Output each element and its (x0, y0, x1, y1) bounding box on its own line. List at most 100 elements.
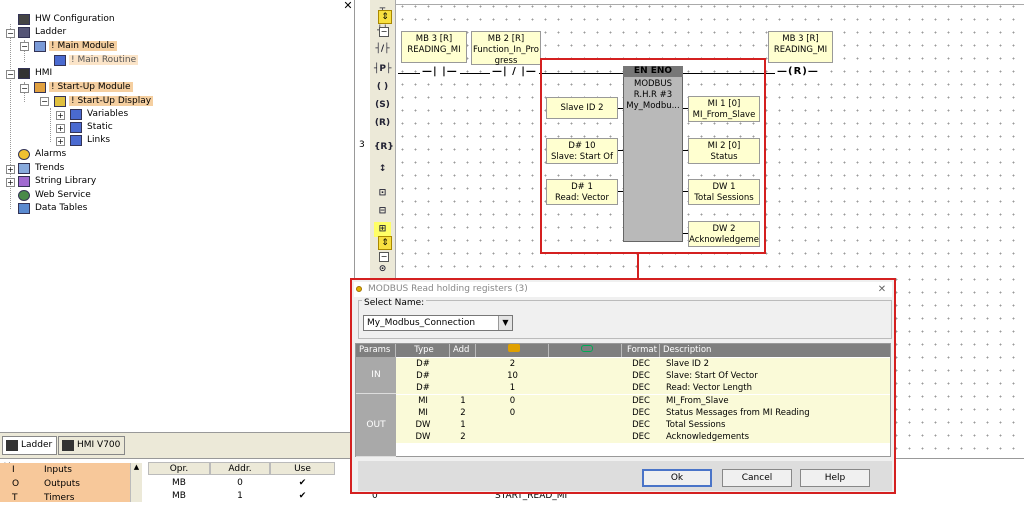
tree-item-web-service[interactable]: Web Service (18, 189, 93, 202)
routine-icon (54, 55, 66, 66)
expand-icon[interactable]: + (56, 111, 65, 120)
module-icon (34, 82, 46, 93)
operand-item-timers[interactable]: T Timers (12, 491, 74, 505)
params-table: Params Type Add Format Description IN OU… (355, 343, 891, 457)
tree-item-ladder[interactable]: Ladder (18, 26, 68, 39)
trend-icon (18, 163, 30, 174)
table-row[interactable]: D# 2 DEC Slave ID 2 (396, 358, 890, 370)
tab-ladder[interactable]: Ladder (2, 436, 58, 455)
use-checkbox[interactable]: ✔ (270, 476, 335, 490)
col-value-glasses (549, 344, 622, 357)
coil-label-reading-mi[interactable]: MB 3 [R] READING_MI (768, 31, 833, 63)
expand-icon[interactable]: + (6, 178, 15, 187)
table-row[interactable]: DW 2 DEC Acknowledgements (396, 431, 890, 443)
tree-item-static[interactable]: Static (70, 121, 115, 134)
col-header-addr[interactable]: Addr. (210, 462, 270, 475)
expand-icon[interactable]: − (6, 70, 15, 79)
contact-no[interactable]: —| |— (420, 66, 460, 77)
tree-item-hw-configuration[interactable]: HW Configuration (18, 13, 117, 26)
contact-p-icon[interactable]: ┤P├ (374, 62, 391, 77)
expand-icon[interactable]: − (20, 84, 29, 93)
coil-icon[interactable]: ( ) (374, 80, 391, 95)
expand-icon[interactable]: + (56, 124, 65, 133)
col-value-plug (476, 344, 549, 357)
coil-reset[interactable]: —(R)— (775, 66, 821, 77)
group-in: IN (356, 357, 396, 394)
operand-row-addr: 0 (237, 478, 243, 488)
coil-set-icon[interactable]: (S) (374, 98, 391, 113)
tree-item-startup-display[interactable]: ! Start-Up Display (54, 95, 154, 108)
highlight-frame (540, 58, 766, 254)
rung-expand-icon[interactable]: − (379, 27, 389, 37)
col-header-opr[interactable]: Opr. (148, 462, 210, 475)
tree-item-main-module[interactable]: ! Main Module (34, 40, 117, 53)
tab-hmi-v700[interactable]: HMI V700 (58, 436, 126, 455)
modbus-read-dialog: MODBUS Read holding registers (3) ✕ Sele… (350, 278, 896, 494)
tree-item-data-tables[interactable]: Data Tables (18, 202, 89, 215)
table-row[interactable]: MI 2 0 DEC Status Messages from MI Reading (396, 407, 890, 419)
alarm-icon (18, 149, 30, 160)
contact-nc-icon[interactable]: ┤/├ (374, 42, 391, 57)
tree-item-string-library[interactable]: String Library (18, 175, 98, 188)
bottom-tabs: Ladder HMI V700 (0, 432, 355, 458)
ok-button[interactable]: Ok (642, 469, 712, 487)
display-icon (54, 96, 66, 107)
tree-item-alarms[interactable]: Alarms (18, 148, 68, 161)
group-out: OUT (356, 394, 396, 457)
table-row[interactable]: DW 1 DEC Total Sessions (396, 419, 890, 431)
connection-select[interactable]: My_Modbus_Connection ▼ (363, 315, 513, 331)
hmi-tab-icon (62, 440, 74, 451)
ladder-tab-icon (6, 440, 18, 451)
table-row[interactable]: D# 1 DEC Read: Vector Length (396, 382, 890, 394)
expand-icon[interactable]: − (40, 97, 49, 106)
table-row[interactable]: MI 1 0 DEC MI_From_Slave (396, 395, 890, 407)
help-button[interactable]: Help (800, 469, 870, 487)
reset-block-icon[interactable]: {R} (374, 140, 394, 155)
cancel-button[interactable]: Cancel (722, 469, 792, 487)
operand-row-opr: MB (172, 478, 186, 488)
tree-item-main-routine[interactable]: ! Main Routine (54, 54, 139, 67)
contact-nc[interactable]: —| / |— (490, 66, 539, 77)
contact-label-reading-mi[interactable]: MB 3 [R] READING_MI (401, 31, 467, 63)
scroll-up-icon[interactable]: ▲ (130, 463, 142, 502)
display-tool-icon[interactable]: ⊟ (374, 204, 391, 219)
rung-separator (396, 4, 1024, 5)
hmi-icon (18, 68, 30, 79)
tree-item-links[interactable]: Links (70, 134, 112, 147)
expand-icon[interactable]: + (56, 137, 65, 146)
note-tool-icon[interactable]: ⊞ (374, 222, 391, 237)
expand-icon[interactable]: − (6, 29, 15, 38)
col-add: Add (450, 344, 476, 357)
col-header-use[interactable]: Use (270, 462, 335, 475)
project-tree[interactable]: ✕ HW Configuration − Ladder − ! Main Mod… (0, 0, 355, 432)
function-tool-icon[interactable]: ⊙ (374, 262, 391, 277)
chevron-down-icon[interactable]: ▼ (498, 316, 512, 330)
plug-icon (507, 344, 520, 352)
dialog-app-icon (356, 286, 362, 292)
tree-close-icon[interactable]: ✕ (342, 0, 354, 12)
rung-collapse-icon[interactable]: ⇕ (378, 236, 392, 250)
rung-collapse-icon[interactable]: ⇕ (378, 10, 392, 24)
expand-icon[interactable]: + (6, 165, 15, 174)
table-row[interactable]: D# 10 DEC Slave: Start Of Vector (396, 370, 890, 382)
expand-icon[interactable]: − (20, 42, 29, 51)
ladder-icon (18, 27, 30, 38)
move-tool-icon[interactable]: ↕ (374, 162, 391, 177)
tree-item-trends[interactable]: Trends (18, 162, 66, 175)
tree-item-hmi[interactable]: HMI (18, 67, 54, 80)
operand-item-outputs[interactable]: O Outputs (12, 477, 80, 491)
tree-item-startup-module[interactable]: ! Start-Up Module (34, 81, 133, 94)
data-table-icon (18, 203, 30, 214)
contact-label-function-in-progress[interactable]: MB 2 [R] Function_In_Pro gress (471, 31, 541, 66)
dialog-close-icon[interactable]: ✕ (876, 282, 888, 297)
coil-reset-icon[interactable]: (R) (374, 116, 391, 131)
dialog-title: MODBUS Read holding registers (3) (354, 282, 892, 297)
rung-number: 3 (359, 140, 365, 150)
insert-tool-icon[interactable]: ⊡ (374, 186, 391, 201)
highlight-connector (637, 254, 639, 279)
col-format: Format (622, 344, 660, 357)
tree-item-variables[interactable]: Variables (70, 108, 130, 121)
rung-expand-icon[interactable]: − (379, 252, 389, 262)
hw-config-icon (18, 14, 30, 25)
operand-item-inputs[interactable]: I Inputs (12, 463, 72, 477)
